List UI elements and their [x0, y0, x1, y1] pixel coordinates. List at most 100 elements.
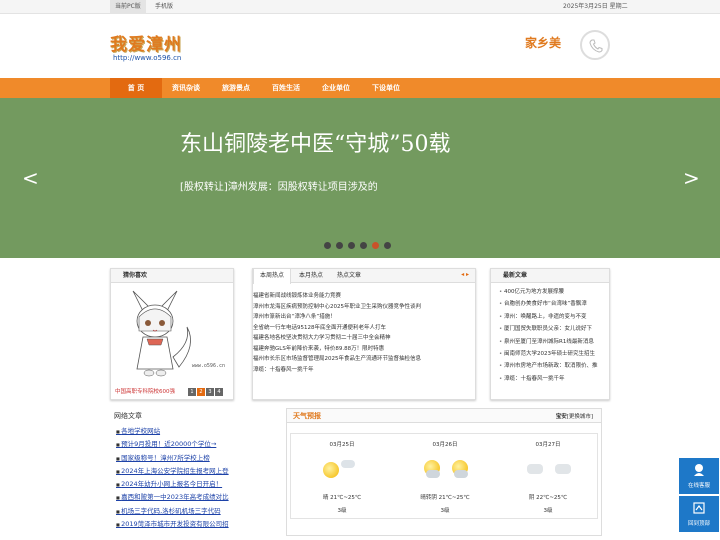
slide-dot[interactable] — [372, 242, 379, 249]
news-item[interactable]: 福州市长乐区市场监督管理局2025年食品生产流通环节监督抽检信息 — [253, 354, 473, 365]
web-articles-list: 各地学校网站 预计9月投用！近20000个学位→ 国家级称号！漳州7所学校上榜 … — [116, 425, 246, 531]
web-article-link[interactable]: 嘉西和陂第一中2023年高考成绩对比 — [116, 491, 246, 504]
weather-panel: 天气预报 宝安[更换城市] 03月25日 晴 21℃~25℃ 3级 03月26日… — [286, 408, 602, 536]
latest-item[interactable]: 厦门国贸失联职员父亲：女儿说好下 — [499, 323, 609, 335]
forecast-day-2: 03月26日 晴转阴 21℃~25℃ 3级 — [394, 434, 496, 520]
latest-item[interactable]: 漳缆：十指春风一挑千年 — [499, 373, 609, 385]
news-item[interactable]: 漳缆：十指春风一挑千年 — [253, 365, 473, 376]
news-item[interactable]: 福建奔驰GLS年前降价来袭，特价89.88万！限时特惠 — [253, 344, 473, 355]
online-service-label: 在线客服 — [687, 483, 710, 489]
latest-item[interactable]: 漳州市房地产市场新政：取消限价、推 — [499, 360, 609, 372]
city-name: 宝安 — [555, 414, 567, 420]
slide-dot[interactable] — [336, 242, 343, 249]
hot-news-tabs: 本周热点 本月热点 热点文章 ◂ ▸ — [253, 269, 475, 284]
web-article-link[interactable]: 各地学校网站 — [116, 425, 246, 438]
top-bar: 当前PC版 手机版 2025年3月25日 星期二 — [0, 0, 720, 14]
news-text[interactable]: 漳州市篆新出台“漳净八条”措施！ — [253, 314, 336, 320]
weather-city: 宝安[更换城市] — [556, 412, 593, 420]
news-text[interactable]: 福建奔驰GLS年前降价来袭，特价89.88万！限时特惠 — [253, 346, 384, 352]
recommend-caption[interactable]: 中国高职专科院校600强 — [115, 387, 175, 395]
slide-dot[interactable] — [384, 242, 391, 249]
latest-item[interactable]: 台胞创办美食好市“台湾味”香飘漳 — [499, 298, 609, 310]
news-text[interactable]: 福建各地各校坚决贯彻大力学习贯彻二十届三中全会精神 — [253, 335, 391, 341]
site-url[interactable]: http://www.o596.cn — [113, 54, 181, 62]
nav-tourism[interactable]: 旅游景点 — [210, 78, 262, 98]
tab-month-hot[interactable]: 本月热点 — [293, 269, 329, 283]
news-text[interactable]: 福州市长乐区市场监督管理局2025年食品生产流通环节监督抽检信息 — [253, 356, 421, 362]
recommend-image[interactable]: www.o596.cn — [117, 287, 229, 385]
change-city-link[interactable]: [更换城市] — [567, 414, 593, 420]
news-item[interactable]: 福建各地各校坚决贯彻大力学习贯彻二十届三中全会精神 — [253, 333, 473, 344]
slide-headline[interactable]: 东山铜陵老中医“守城”50载 — [180, 126, 451, 158]
slide-dot[interactable] — [348, 242, 355, 249]
latest-item[interactable]: 闽南师范大学2023年硕士研究生招生 — [499, 348, 609, 360]
news-text[interactable]: 福建省新闻战线锻炼体业务能力竞赛 — [253, 293, 341, 299]
web-article-link[interactable]: 机场三字代码,洛杉矶机场三字代码 — [116, 505, 246, 518]
web-article-link[interactable]: 预计9月投用！近20000个学位→ — [116, 438, 246, 451]
nav-units[interactable]: 下设单位 — [360, 78, 412, 98]
recommend-panel: 猜你喜欢 www.o596.cn 中国高职专科院校600强 1234 — [110, 268, 234, 400]
nav-news[interactable]: 资讯杂谈 — [160, 78, 212, 98]
site-logo[interactable]: 我爱漳州 — [110, 30, 182, 55]
news-item[interactable]: 漳州市龙海区疾病预防控制中心2025年职业卫生采购仪器竞争性谈判 — [253, 302, 473, 313]
forecast-date: 03月25日 — [329, 442, 355, 448]
news-item[interactable]: 全省统一行车电话95128年底全面开通便利老年人打车 — [253, 323, 473, 334]
forecast-wind: 3级 — [337, 508, 347, 514]
forecast-date: 03月26日 — [432, 442, 458, 448]
news-text[interactable]: 漳缆：十指春风一挑千年 — [253, 367, 314, 373]
phone-icon — [580, 30, 610, 60]
tab-week-hot[interactable]: 本周热点 — [253, 269, 292, 284]
forecast-desc: 阴 22℃~25℃ — [528, 495, 568, 501]
hot-news-panel: 本周热点 本月热点 热点文章 ◂ ▸ 福建省新闻战线锻炼体业务能力竞赛 漳州市龙… — [252, 268, 476, 400]
pager-page-2[interactable]: 2 — [197, 388, 205, 396]
slide-dot[interactable] — [324, 242, 331, 249]
forecast-day-3: 03月27日 阴 22℃~25℃ 3级 — [497, 434, 599, 520]
pager-page-4[interactable]: 4 — [215, 388, 223, 396]
latest-item[interactable]: 漳州：唤醒路上，非遗的变与不变 — [499, 311, 609, 323]
tab-pc-version[interactable]: 当前PC版 — [110, 0, 146, 14]
forecast-wind: 3级 — [543, 508, 553, 514]
main-nav: 首 页 资讯杂谈 旅游景点 百姓生活 企业单位 下设单位 — [0, 78, 720, 98]
weather-forecast: 03月25日 晴 21℃~25℃ 3级 03月26日 晴转阴 21℃~25℃ 3… — [290, 433, 598, 519]
hero-slider[interactable]: 东山铜陵老中医“守城”50载 [股权转让]漳州发展：因股权转让项目涉及的 < > — [0, 98, 720, 258]
recommend-pager: 1234 — [187, 387, 223, 396]
nav-life[interactable]: 百姓生活 — [260, 78, 312, 98]
site-header: 我爱漳州 http://www.o596.cn 家乡美 — [0, 14, 720, 78]
news-item[interactable]: 漳州市篆新出台“漳净八条”措施！ — [253, 312, 473, 323]
latest-articles-title: 最新文章 — [491, 269, 609, 283]
pager-page-3[interactable]: 3 — [206, 388, 214, 396]
slide-subtitle[interactable]: [股权转让]漳州发展：因股权转让项目涉及的 — [180, 178, 378, 193]
slide-next-arrow[interactable]: > — [683, 166, 700, 190]
pager-page-1[interactable]: 1 — [188, 388, 196, 396]
tab-nav-arrows[interactable]: ◂ ▸ — [461, 271, 469, 278]
nav-companies[interactable]: 企业单位 — [310, 78, 362, 98]
forecast-date: 03月27日 — [535, 442, 561, 448]
arrow-up-icon — [692, 501, 706, 515]
web-article-link[interactable]: 国家级称号！漳州7所学校上榜 — [116, 452, 246, 465]
tab-mobile-version[interactable]: 手机版 — [150, 0, 178, 14]
web-article-link[interactable]: 2019菏泽市城市开发投资有限公司招 — [116, 518, 246, 531]
slide-dot[interactable] — [360, 242, 367, 249]
forecast-desc: 晴 21℃~25℃ — [322, 495, 362, 501]
web-article-link[interactable]: 2024年幼升小网上报名今日开启！ — [116, 478, 246, 491]
nav-home[interactable]: 首 页 — [110, 78, 162, 98]
hot-news-list: 福建省新闻战线锻炼体业务能力竞赛 漳州市龙海区疾病预防控制中心2025年职业卫生… — [253, 291, 473, 375]
latest-articles-panel: 最新文章 400亿元为地方发展撑腰 台胞创办美食好市“台湾味”香飘漳 漳州：唤醒… — [490, 268, 610, 400]
latest-articles-list: 400亿元为地方发展撑腰 台胞创办美食好市“台湾味”香飘漳 漳州：唤醒路上，非遗… — [499, 286, 609, 385]
news-text[interactable]: 全省统一行车电话95128年底全面开通便利老年人打车 — [253, 325, 386, 331]
brand-slogan: 家乡美 — [525, 36, 562, 50]
slide-prev-arrow[interactable]: < — [22, 166, 39, 190]
forecast-desc: 晴转阴 21℃~25℃ — [420, 495, 470, 501]
online-service-button[interactable]: 在线客服 — [679, 458, 719, 494]
news-item[interactable]: 福建省新闻战线锻炼体业务能力竞赛 — [253, 291, 473, 302]
news-text[interactable]: 漳州市龙海区疾病预防控制中心2025年职业卫生采购仪器竞争性谈判 — [253, 304, 421, 310]
recommend-title: 猜你喜欢 — [111, 269, 233, 283]
back-to-top-label: 回到顶部 — [687, 521, 710, 527]
latest-item[interactable]: 400亿元为地方发展撑腰 — [499, 286, 609, 298]
back-to-top-button[interactable]: 回到顶部 — [679, 496, 719, 532]
tab-hot-articles[interactable]: 热点文章 — [331, 269, 367, 283]
image-watermark: www.o596.cn — [191, 363, 225, 369]
forecast-wind: 3级 — [440, 508, 450, 514]
latest-item[interactable]: 泉州至厦门至漳州城际R1线最新消息 — [499, 336, 609, 348]
web-article-link[interactable]: 2024年上海公安学院招生报考网上登 — [116, 465, 246, 478]
